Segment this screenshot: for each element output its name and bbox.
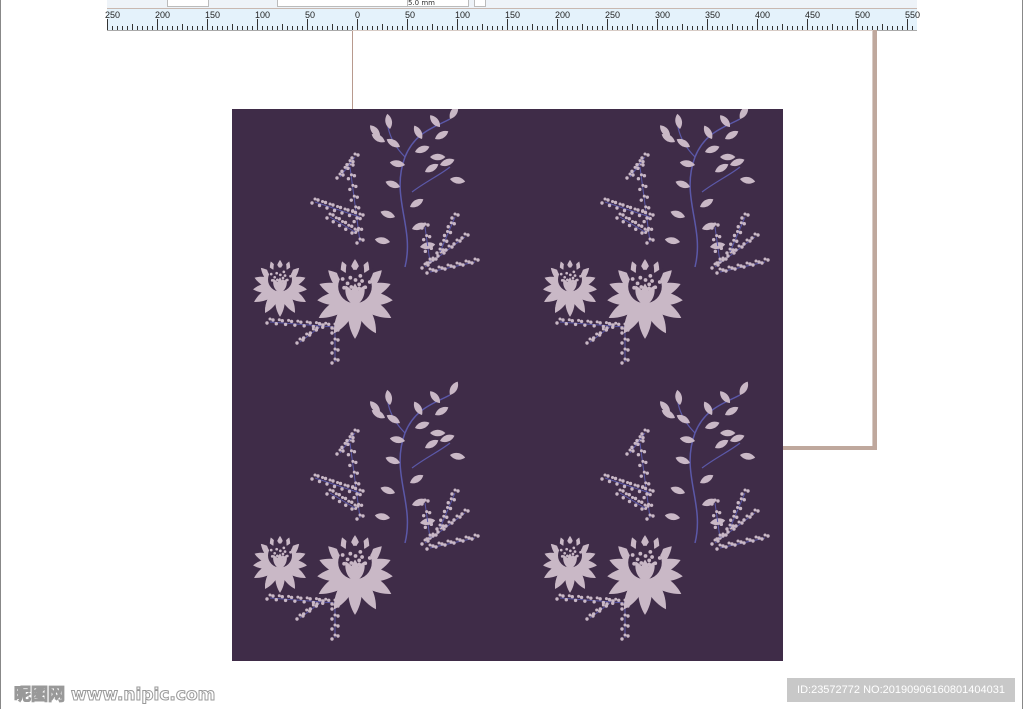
- ruler-label: 350: [705, 10, 721, 20]
- toolbar-field[interactable]: [277, 0, 409, 7]
- floral-pattern-artwork[interactable]: [232, 109, 783, 661]
- toolbar-field[interactable]: [167, 0, 209, 7]
- ruler-label: 550: [905, 10, 921, 20]
- nudge-distance-field[interactable]: 5.0 mm: [407, 0, 469, 7]
- ruler-label: 50: [305, 10, 316, 20]
- property-bar: 5.0 mm: [107, 0, 917, 9]
- ruler-label: 300: [655, 10, 671, 20]
- ruler-label: 100: [255, 10, 271, 20]
- ruler-label: 150: [205, 10, 221, 20]
- ruler-label: 100: [455, 10, 471, 20]
- window-border-left: [0, 0, 1, 709]
- window-border-right: [1022, 0, 1023, 709]
- ruler-label: 500: [855, 10, 871, 20]
- ruler-label: 150: [505, 10, 521, 20]
- ruler-label: 450: [805, 10, 821, 20]
- ruler-label: 200: [155, 10, 171, 20]
- page-border: [352, 30, 873, 31]
- watermark-logo: 昵图网 www.nipic.com: [13, 685, 216, 706]
- ruler-label: 50: [405, 10, 416, 20]
- ruler-label: 250: [605, 10, 621, 20]
- spin-button[interactable]: [474, 0, 486, 7]
- ruler-label: 400: [755, 10, 771, 20]
- guideline-vertical[interactable]: [352, 30, 353, 109]
- ruler-label: 250: [105, 10, 121, 20]
- ruler-label: 200: [555, 10, 571, 20]
- page-shadow: [873, 30, 877, 450]
- horizontal-ruler[interactable]: 250 200 150 100 50 0 50 100 150 200 250 300 350 400 45…: [105, 9, 921, 31]
- ruler-label: 0: [355, 10, 361, 20]
- image-id-badge: ID:23572772 NO:20190906160801404031: [787, 678, 1015, 702]
- pattern-background: [232, 109, 783, 661]
- page-shadow: [782, 446, 877, 450]
